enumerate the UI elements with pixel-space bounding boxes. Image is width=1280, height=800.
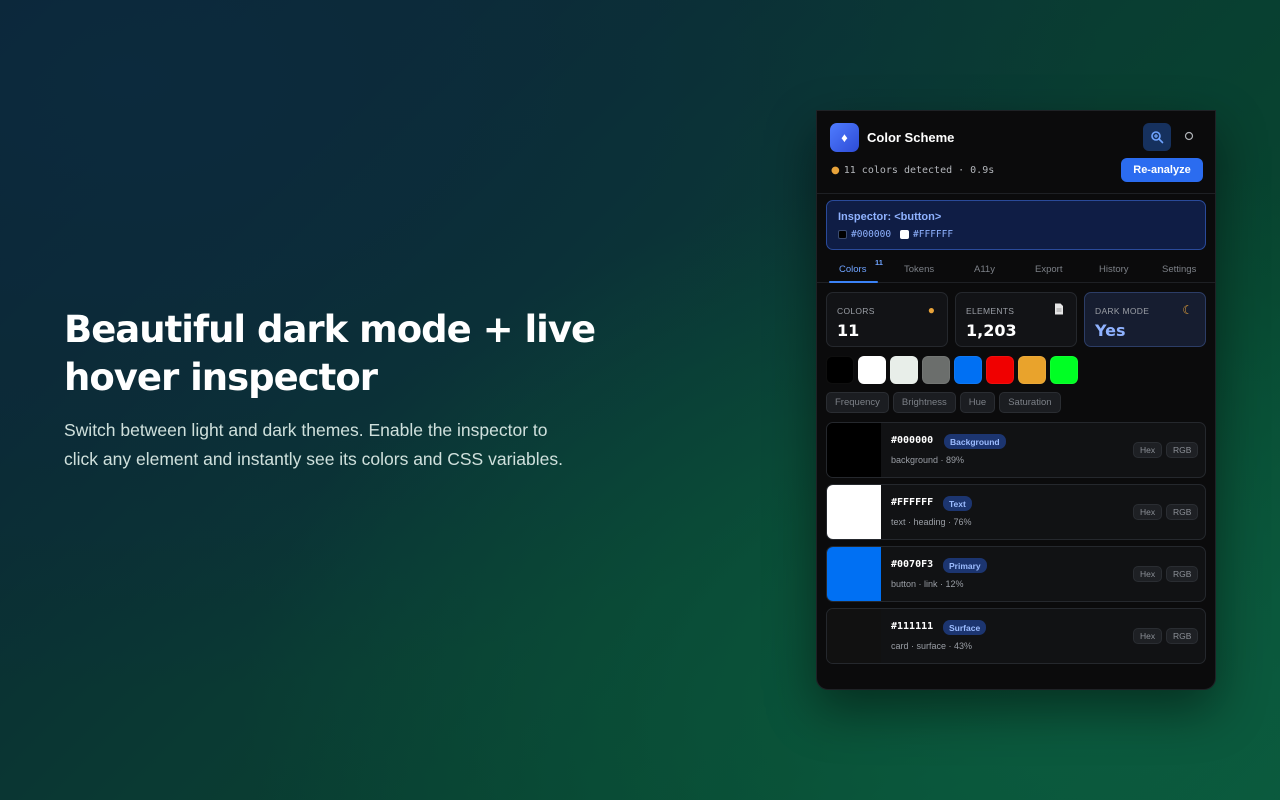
extension-panel: ♦ Color Scheme ● 11 colors detected · 0.9… (816, 110, 1216, 690)
hero-title-line2: hover inspector (64, 356, 378, 399)
document-icon (1054, 303, 1064, 318)
color-swatch (827, 423, 881, 477)
inspector-colors: #000000 #FFFFFF (838, 229, 953, 240)
color-swatch[interactable] (1050, 356, 1078, 384)
status-text: ● 11 colors detected · 0.9s (831, 165, 994, 176)
palette-logo-icon: ♦ (830, 123, 859, 152)
copy-rgb-button[interactable]: RGB (1166, 628, 1199, 644)
hero-title-line1: Beautiful dark mode + live (64, 308, 596, 351)
color-row[interactable]: #000000 Background background · 89% Hex … (826, 422, 1206, 478)
status-label: 11 colors detected · 0.9s (843, 165, 995, 176)
palette-icon: ● (831, 165, 840, 176)
copy-rgb-button[interactable]: RGB (1166, 442, 1199, 458)
copy-hex-button[interactable]: Hex (1133, 504, 1163, 520)
color-swatch (827, 485, 881, 539)
palette-icon: ● (927, 303, 935, 317)
color-swatch[interactable] (986, 356, 1014, 384)
sort-options: Frequency Brightness Hue Saturation (826, 392, 1065, 413)
color-role-badge: Primary (943, 558, 987, 573)
color-usage: text · heading · 76% (891, 517, 972, 527)
panel-title: Color Scheme (867, 130, 955, 145)
stat-value: 1,203 (966, 321, 1017, 340)
moon-icon: ☾ (1182, 303, 1193, 317)
tab-a11y[interactable]: A11y (974, 264, 995, 275)
stat-label: COLORS (837, 306, 875, 316)
stat-colors: COLORS 11 ● (826, 292, 948, 347)
inspector-box: Inspector: <button> #000000 #FFFFFF (826, 200, 1206, 250)
stat-dark-mode: DARK MODE Yes ☾ (1084, 292, 1206, 347)
hero-title: Beautiful dark mode + live hover inspect… (64, 306, 624, 402)
stat-value: 11 (837, 321, 860, 340)
inspector-title: Inspector: <button> (838, 211, 942, 223)
hero-description: Switch between light and dark themes. En… (64, 416, 624, 474)
inspector-hex: #FFFFFF (913, 229, 954, 240)
color-row[interactable]: #0070F3 Primary button · link · 12% Hex … (826, 546, 1206, 602)
theme-toggle-icon[interactable] (1181, 128, 1197, 144)
color-swatch[interactable] (858, 356, 886, 384)
stat-label: DARK MODE (1095, 306, 1150, 316)
tab-active-indicator (829, 281, 878, 283)
color-hex: #000000 (891, 435, 934, 446)
color-role-badge: Text (943, 496, 972, 511)
copy-rgb-button[interactable]: RGB (1166, 504, 1199, 520)
color-hex: #FFFFFF (891, 497, 934, 508)
tab-export[interactable]: Export (1035, 264, 1062, 275)
color-swatch (827, 609, 881, 663)
swatch-strip (826, 356, 1082, 384)
color-swatch[interactable] (954, 356, 982, 384)
panel-header: ♦ Color Scheme ● 11 colors detected · 0.9… (817, 111, 1215, 194)
color-swatch[interactable] (890, 356, 918, 384)
color-swatch[interactable] (1018, 356, 1046, 384)
sort-saturation[interactable]: Saturation (999, 392, 1061, 413)
color-swatch[interactable] (922, 356, 950, 384)
tab-settings[interactable]: Settings (1162, 264, 1196, 275)
color-role-badge: Surface (943, 620, 987, 635)
color-role-badge: Background (944, 434, 1006, 449)
color-usage: background · 89% (891, 455, 965, 465)
color-row[interactable]: #111111 Surface card · surface · 43% Hex… (826, 608, 1206, 664)
sort-hue[interactable]: Hue (959, 392, 996, 413)
color-swatch[interactable] (826, 356, 854, 384)
copy-hex-button[interactable]: Hex (1133, 628, 1163, 644)
color-swatch (827, 547, 881, 601)
inspector-swatch (900, 230, 910, 239)
hero-section: Beautiful dark mode + live hover inspect… (64, 306, 624, 474)
tab-colors[interactable]: Colors (839, 264, 866, 275)
inspector-swatch (838, 230, 847, 239)
color-usage: button · link · 12% (891, 579, 964, 589)
color-hex: #0070F3 (891, 559, 934, 570)
tab-bar: Colors 11 Tokens A11y Export History Set… (817, 257, 1215, 283)
color-row[interactable]: #FFFFFF Text text · heading · 76% Hex RG… (826, 484, 1206, 540)
copy-rgb-button[interactable]: RGB (1166, 566, 1199, 582)
stat-value: Yes (1095, 321, 1126, 340)
hero-desc-line1: Switch between light and dark themes. En… (64, 420, 548, 440)
stat-label: ELEMENTS (966, 306, 1015, 316)
tab-tokens[interactable]: Tokens (904, 264, 934, 275)
color-usage: card · surface · 43% (891, 641, 973, 651)
inspect-icon[interactable] (1143, 123, 1171, 151)
copy-hex-button[interactable]: Hex (1133, 442, 1163, 458)
reanalyze-button[interactable]: Re-analyze (1121, 158, 1203, 182)
tab-history[interactable]: History (1099, 264, 1129, 275)
stat-elements: ELEMENTS 1,203 (955, 292, 1077, 347)
color-hex: #111111 (891, 621, 934, 632)
sort-frequency[interactable]: Frequency (826, 392, 889, 413)
inspector-hex: #000000 (851, 229, 892, 240)
sort-brightness[interactable]: Brightness (892, 392, 956, 413)
hero-desc-line2: click any element and instantly see its … (64, 449, 563, 469)
tab-colors-badge: 11 (875, 258, 883, 267)
copy-hex-button[interactable]: Hex (1133, 566, 1163, 582)
